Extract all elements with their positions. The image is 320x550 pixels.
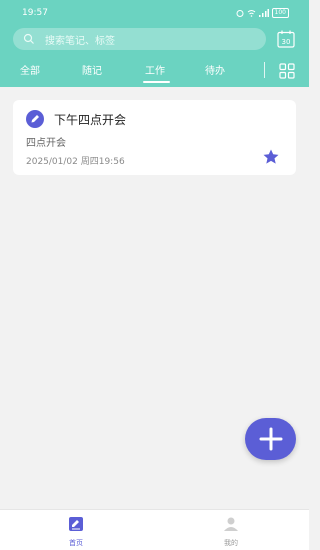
nav-profile-label: 我的 — [224, 539, 238, 547]
tab-divider — [264, 62, 265, 78]
notes-icon — [69, 517, 83, 531]
note-card[interactable]: 下午四点开会 四点开会 2025/01/02 周四19:56 — [13, 100, 296, 175]
nav-home[interactable]: 首页 — [56, 516, 96, 548]
status-icons: 100 — [236, 8, 289, 18]
search-placeholder: 搜索笔记、标签 — [45, 36, 115, 47]
pencil-icon — [26, 110, 44, 128]
grid-icon — [279, 63, 295, 79]
nav-profile[interactable]: 我的 — [211, 516, 251, 548]
grid-view-button[interactable] — [279, 63, 295, 79]
plus-icon — [259, 427, 283, 451]
calendar-button[interactable]: 30 — [277, 30, 295, 48]
tab-all[interactable]: 全部 — [20, 62, 40, 77]
star-icon[interactable] — [262, 148, 280, 166]
battery-icon: 100 — [271, 8, 289, 18]
tab-todo[interactable]: 待办 — [205, 62, 225, 77]
header: 19:57 100 搜索笔记、标签 30 全部 随记 工作 待办 — [0, 0, 309, 87]
search-icon — [23, 33, 34, 44]
tab-jottings[interactable]: 随记 — [82, 62, 102, 77]
add-note-button[interactable] — [245, 418, 296, 460]
alarm-icon — [236, 10, 244, 17]
calendar-day: 30 — [282, 38, 291, 46]
note-body: 四点开会 — [26, 138, 66, 149]
user-icon — [224, 517, 238, 531]
search-input[interactable]: 搜索笔记、标签 — [13, 28, 266, 50]
tab-work[interactable]: 工作 — [145, 62, 165, 77]
status-bar: 19:57 100 — [0, 8, 309, 22]
note-date: 2025/01/02 周四19:56 — [26, 157, 125, 167]
status-time: 19:57 — [22, 8, 48, 18]
nav-home-label: 首页 — [69, 539, 83, 547]
bottom-nav: 首页 我的 — [0, 509, 309, 550]
calendar-icon: 30 — [277, 30, 295, 48]
wifi-icon — [247, 10, 255, 17]
note-title: 下午四点开会 — [54, 113, 127, 127]
tab-bar: 全部 随记 工作 待办 — [0, 62, 309, 84]
tab-active-indicator — [143, 81, 170, 83]
signal-icon — [258, 9, 269, 17]
